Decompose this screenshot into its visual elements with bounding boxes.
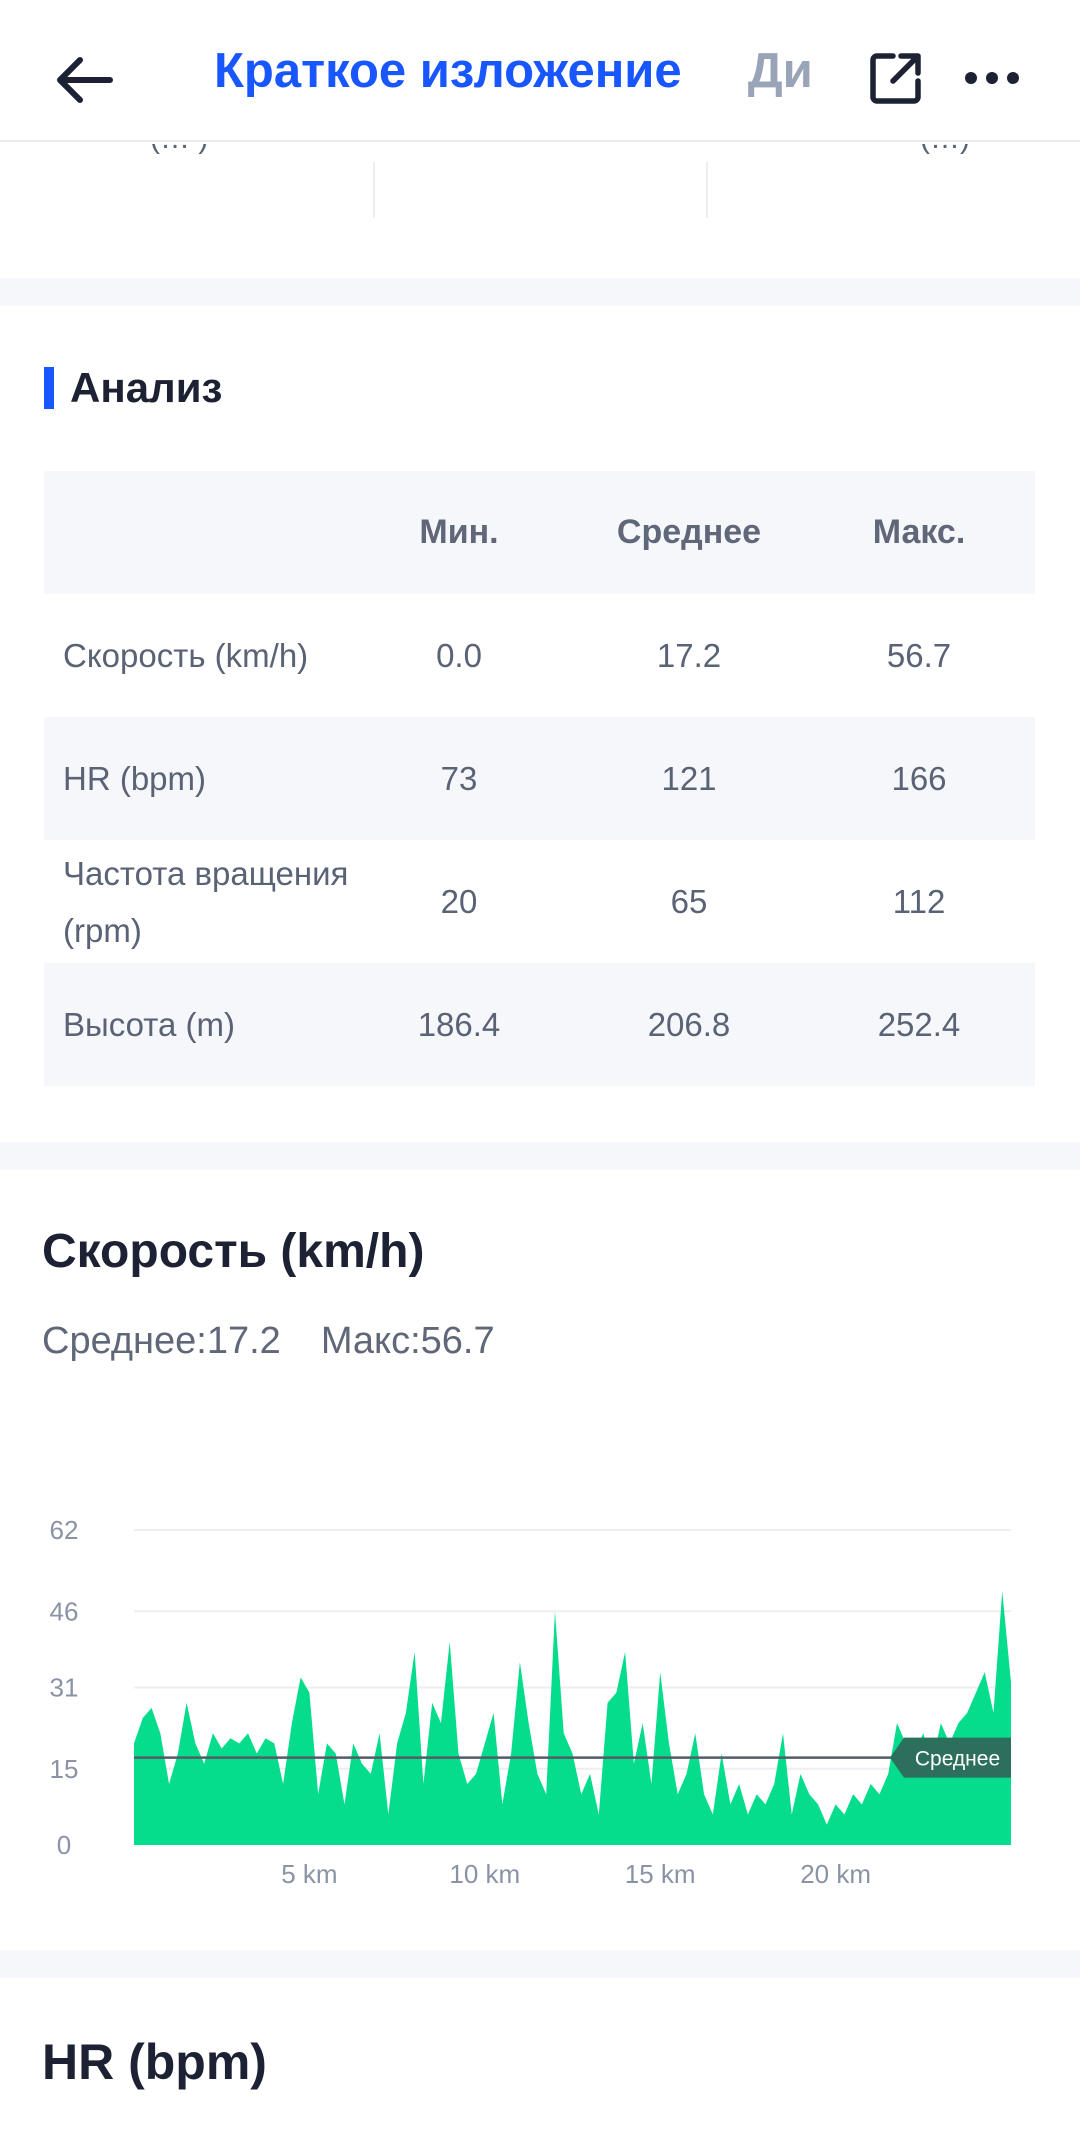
divider [373, 162, 375, 218]
more-button[interactable] [962, 60, 1022, 96]
cell-min: 20 [440, 882, 478, 920]
share-button[interactable] [866, 48, 926, 108]
x-tick-label: 5 km [281, 1859, 337, 1889]
row-label: HR (bpm) [63, 760, 207, 797]
speed-chart-stats: Среднее:17.2 Макс:56.7 [42, 1320, 535, 1363]
cell-max: 112 [892, 882, 946, 920]
y-tick-label: 15 [50, 1754, 79, 1784]
section-accent-bar [44, 367, 54, 409]
x-tick-label: 15 km [625, 1859, 696, 1889]
summary-cell-right: (…) [760, 144, 1060, 204]
y-tick-label: 0 [57, 1830, 71, 1860]
analysis-table: Мин. Среднее Макс. Скорость (km/h) 0.0 1… [44, 471, 1035, 1086]
column-header-min: Мин. [419, 513, 499, 551]
arrow-left-icon [57, 57, 113, 103]
table-row: Высота (m) 186.4 206.8 252.4 [44, 963, 1035, 1086]
average-badge-label: Среднее [915, 1748, 1000, 1771]
speed-chart: Среднее 0 15 31 46 62 5 km 10 km 15 km 20 km [50, 1515, 1011, 1889]
table-row: Скорость (km/h) 0.0 17.2 56.7 [44, 594, 1035, 717]
speed-average-text: Среднее:17.2 [42, 1320, 281, 1362]
speed-max-text: Макс:56.7 [320, 1320, 495, 1362]
cell-avg: 206.8 [647, 1005, 731, 1043]
y-tick-label: 31 [50, 1673, 79, 1703]
analysis-title: Анализ [70, 364, 223, 411]
tab-charts[interactable]: Диаграммы [748, 0, 810, 142]
speed-chart-title: Скорость (km/h) [42, 1225, 425, 1278]
back-button[interactable] [48, 44, 120, 116]
table-row: HR (bpm) 73 121 166 [44, 717, 1035, 840]
cell-avg: 65 [670, 882, 708, 920]
cell-avg: 121 [661, 759, 717, 797]
x-tick-label: 20 km [800, 1859, 871, 1889]
table-header-row: Мин. Среднее Макс. [44, 471, 1035, 594]
share-external-icon [870, 53, 921, 104]
cell-min: 186.4 [417, 1005, 501, 1043]
cell-min: 73 [440, 759, 478, 797]
section-gap [0, 1950, 1080, 1978]
section-gap [0, 278, 1080, 306]
hr-chart-title: HR (bpm) [42, 2034, 267, 2090]
summary-strip: (… ) (…) [0, 144, 1080, 278]
section-gap [0, 1142, 1080, 1170]
speed-area-series [134, 1590, 1011, 1845]
divider [706, 162, 708, 218]
row-label: Высота (m) [63, 1006, 235, 1043]
cell-max: 166 [891, 759, 947, 797]
y-tick-label: 62 [50, 1515, 79, 1545]
cell-max: 56.7 [886, 636, 952, 674]
y-tick-label: 46 [50, 1596, 79, 1626]
tab-strip: Краткое изложение Диаграммы [214, 0, 810, 142]
cell-min: 0.0 [436, 636, 482, 674]
row-label: Частота вращения (rpm) [63, 854, 349, 949]
cell-max: 252.4 [877, 1005, 961, 1043]
top-bar: Краткое изложение Диаграммы [0, 0, 1080, 142]
table-row: Частота вращения (rpm) 20 65 112 [44, 840, 1035, 963]
more-dots-icon [965, 72, 1019, 84]
column-header-max: Макс. [872, 513, 966, 551]
x-tick-label: 10 km [449, 1859, 520, 1889]
cell-avg: 17.2 [656, 636, 722, 674]
summary-cell-left: (… ) [60, 144, 360, 204]
row-label: Скорость (km/h) [63, 637, 309, 674]
column-header-avg: Среднее [616, 513, 762, 551]
tab-summary[interactable]: Краткое изложение [214, 0, 682, 142]
